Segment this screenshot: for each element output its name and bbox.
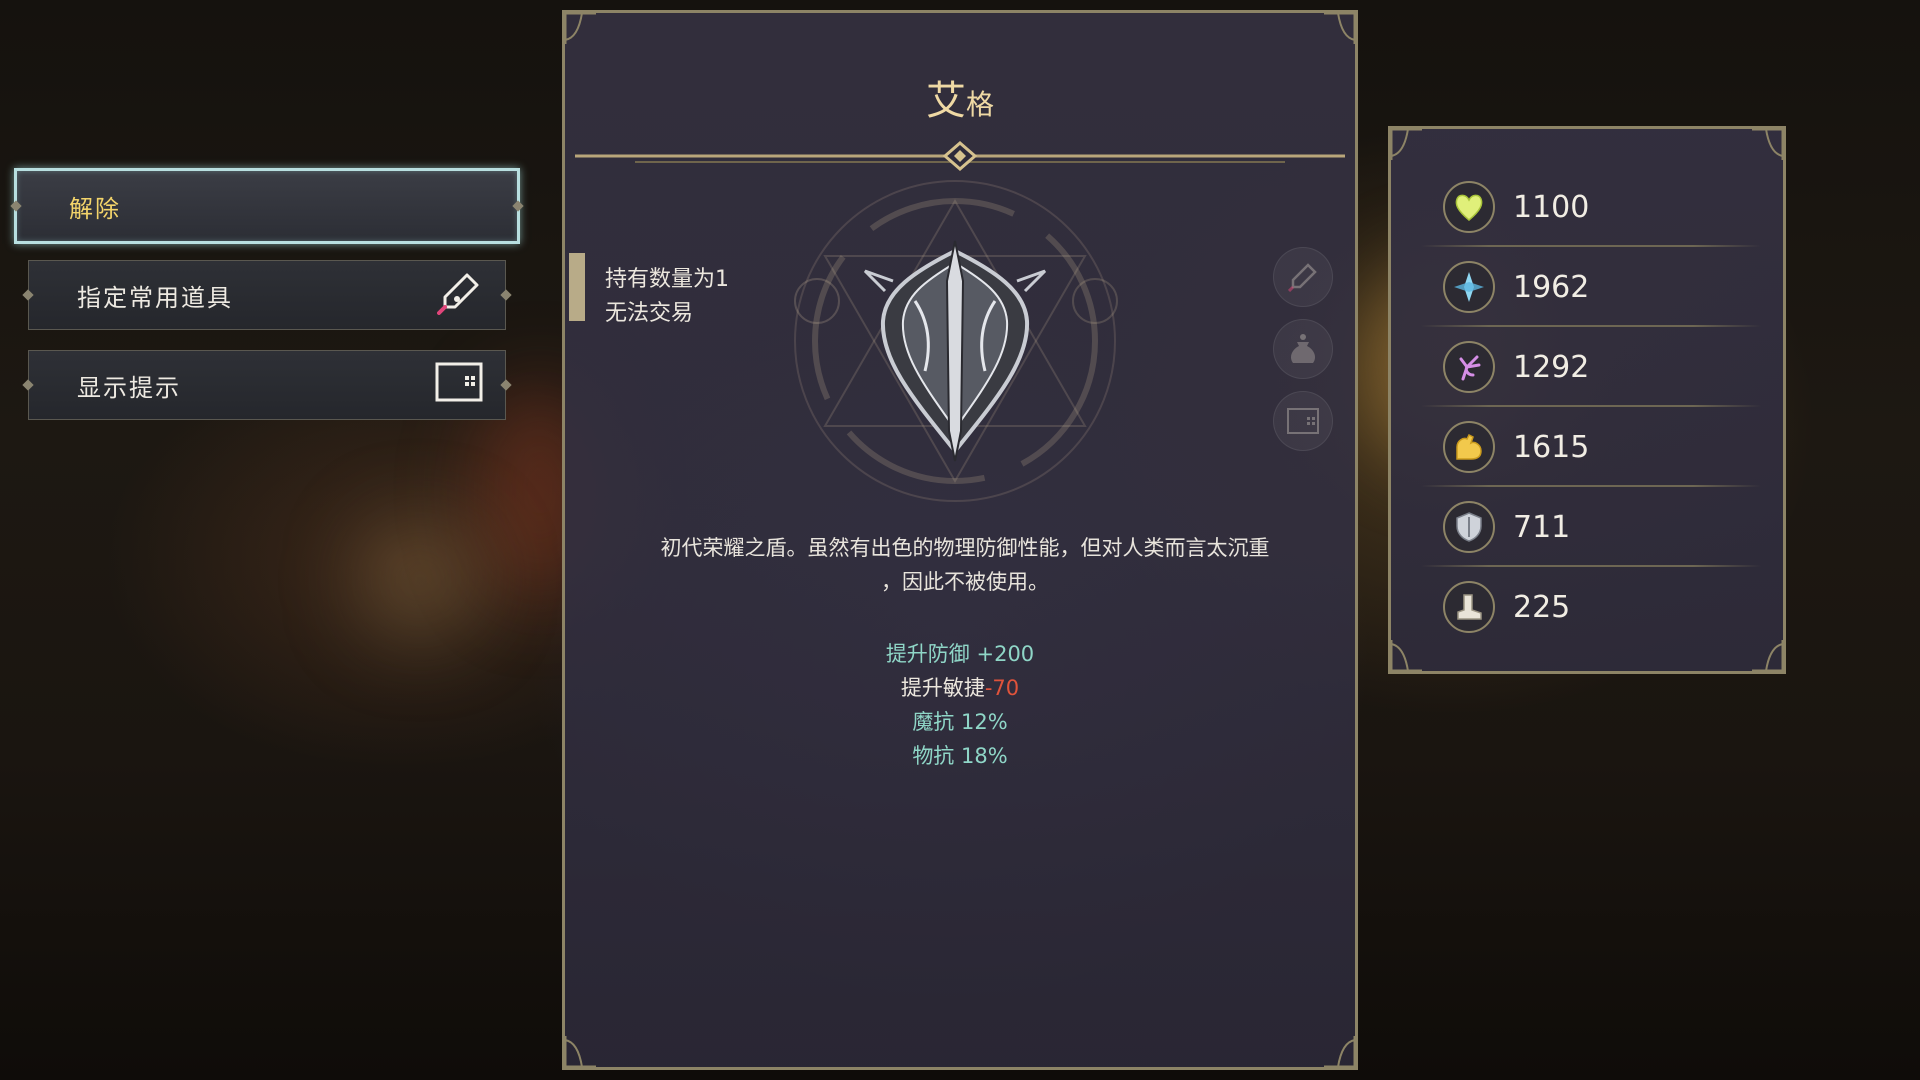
hint-box-icon[interactable] [1273,391,1333,451]
background-glow [360,520,480,640]
attribute-magic: 1292 [1443,335,1763,399]
unequip-button[interactable]: 解除 [10,168,524,244]
set-shortcut-item-label: 指定常用道具 [77,283,233,312]
stat-agility: 提升敏捷-70 [565,671,1355,705]
shield-item-image [794,180,1118,502]
attribute-value: 1100 [1513,189,1590,225]
attribute-defense: 711 [1443,495,1763,559]
item-title-big: 艾 [925,78,966,124]
panel-corner-ornament [1324,11,1357,44]
muscle-icon [1443,421,1495,473]
pen-icon[interactable] [1273,247,1333,307]
description-line: 初代荣耀之盾。虽然有出色的物理防御性能，但对人类而言太沉重 [660,536,1270,560]
show-hint-label: 显示提示 [77,373,181,402]
attribute-divider [1421,245,1761,247]
attribute-mp: 1962 [1443,255,1763,319]
panel-corner-ornament [1389,640,1422,673]
attribute-divider [1421,325,1761,327]
quantity-info: 持有数量为1 [605,267,729,292]
frame-diamond [22,289,34,301]
title-divider [575,141,1345,171]
stat-defense: 提升防御 +200 [885,642,1035,666]
set-shortcut-item-button[interactable]: 指定常用道具 [22,260,512,330]
frame-diamond [10,200,22,212]
unequip-label: 解除 [69,194,121,223]
attribute-divider [1421,565,1761,567]
panel-corner-ornament [1324,1036,1357,1069]
item-detail-panel: 艾格 持有数量为1 无法交易 初代荣耀之盾。虽然有出色的物理防御性能，但对人类而… [562,10,1358,1070]
attribute-value: 225 [1513,589,1571,625]
attribute-value: 1292 [1513,349,1590,385]
pouch-icon[interactable] [1273,319,1333,379]
attribute-hp: 1100 [1443,175,1763,239]
crystal-icon [1443,261,1495,313]
pen-icon [437,269,483,321]
attribute-value: 1962 [1513,269,1590,305]
item-stats: 提升防御 +200 提升敏捷-70 魔抗 12% 物抗 18% [565,637,1355,773]
stat-physical-resist: 物抗 18% [912,744,1008,768]
hint-box-icon [435,362,483,408]
shield-icon [1443,501,1495,553]
item-title-small: 格 [965,88,994,121]
boot-icon [1443,581,1495,633]
magic-hand-icon [1443,341,1495,393]
frame-diamond [500,379,512,391]
panel-corner-ornament [563,11,596,44]
attribute-panel: 1100 1962 1292 1615 711 225 [1388,126,1786,674]
attribute-value: 711 [1513,509,1571,545]
frame-diamond [512,200,524,212]
attribute-value: 1615 [1513,429,1590,465]
panel-corner-ornament [1752,127,1785,160]
item-title: 艾格 [565,68,1355,126]
attribute-strength: 1615 [1443,415,1763,479]
description-line: ，因此不被使用。 [881,570,1049,594]
stat-agility-value: -70 [984,676,1020,700]
info-accent-bar [569,253,585,321]
panel-corner-ornament [1389,127,1422,160]
panel-corner-ornament [563,1036,596,1069]
trade-info: 无法交易 [605,301,694,326]
stat-magic-resist: 魔抗 12% [912,710,1008,734]
frame-diamond [22,379,34,391]
show-hint-button[interactable]: 显示提示 [22,350,512,420]
attribute-divider [1421,485,1761,487]
attribute-divider [1421,405,1761,407]
item-description: 初代荣耀之盾。虽然有出色的物理防御性能，但对人类而言太沉重 ，因此不被使用。 [605,531,1325,599]
panel-corner-ornament [1752,640,1785,673]
attribute-speed: 225 [1443,575,1763,639]
stat-agility-label: 提升敏捷 [900,676,985,700]
frame-diamond [500,289,512,301]
heart-icon [1443,181,1495,233]
